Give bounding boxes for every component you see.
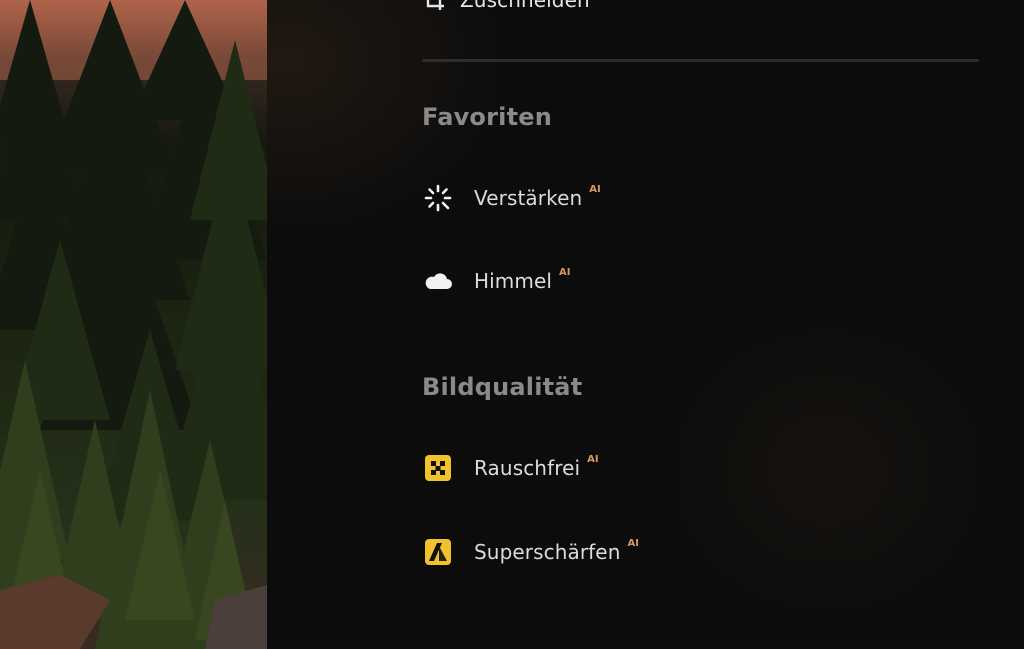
section-title-favoriten: Favoriten bbox=[422, 103, 553, 131]
divider bbox=[422, 59, 979, 62]
tool-label: Verstärken bbox=[474, 186, 583, 210]
supersharpen-icon bbox=[422, 536, 456, 568]
tool-himmel[interactable]: Himmel AI bbox=[422, 265, 571, 297]
ai-badge: AI bbox=[559, 266, 571, 278]
crop-label: Zuschneiden bbox=[460, 0, 590, 12]
ai-badge: AI bbox=[627, 537, 639, 549]
tools-panel: Zuschneiden Favoriten Verstärken AI Himm… bbox=[267, 0, 1024, 649]
sparkle-enhance-icon bbox=[422, 182, 456, 214]
tool-label: Rauschfrei bbox=[474, 456, 581, 480]
tool-label: Superschärfen bbox=[474, 540, 621, 564]
tool-rauschfrei[interactable]: Rauschfrei AI bbox=[422, 452, 599, 484]
section-title-bildqualitaet: Bildqualität bbox=[422, 373, 583, 401]
crop-tool[interactable]: Zuschneiden bbox=[422, 0, 590, 14]
editor-window: Zuschneiden Favoriten Verstärken AI Himm… bbox=[0, 0, 1024, 649]
forest-image bbox=[0, 0, 267, 649]
tool-verstaerken[interactable]: Verstärken AI bbox=[422, 182, 601, 214]
tool-superschaerfen[interactable]: Superschärfen AI bbox=[422, 536, 639, 568]
crop-icon bbox=[422, 0, 446, 12]
photo-preview[interactable] bbox=[0, 0, 267, 649]
denoise-icon bbox=[422, 452, 456, 484]
tool-label: Himmel bbox=[474, 269, 553, 293]
ai-badge: AI bbox=[587, 453, 599, 465]
ai-badge: AI bbox=[589, 183, 601, 195]
cloud-icon bbox=[422, 265, 456, 297]
